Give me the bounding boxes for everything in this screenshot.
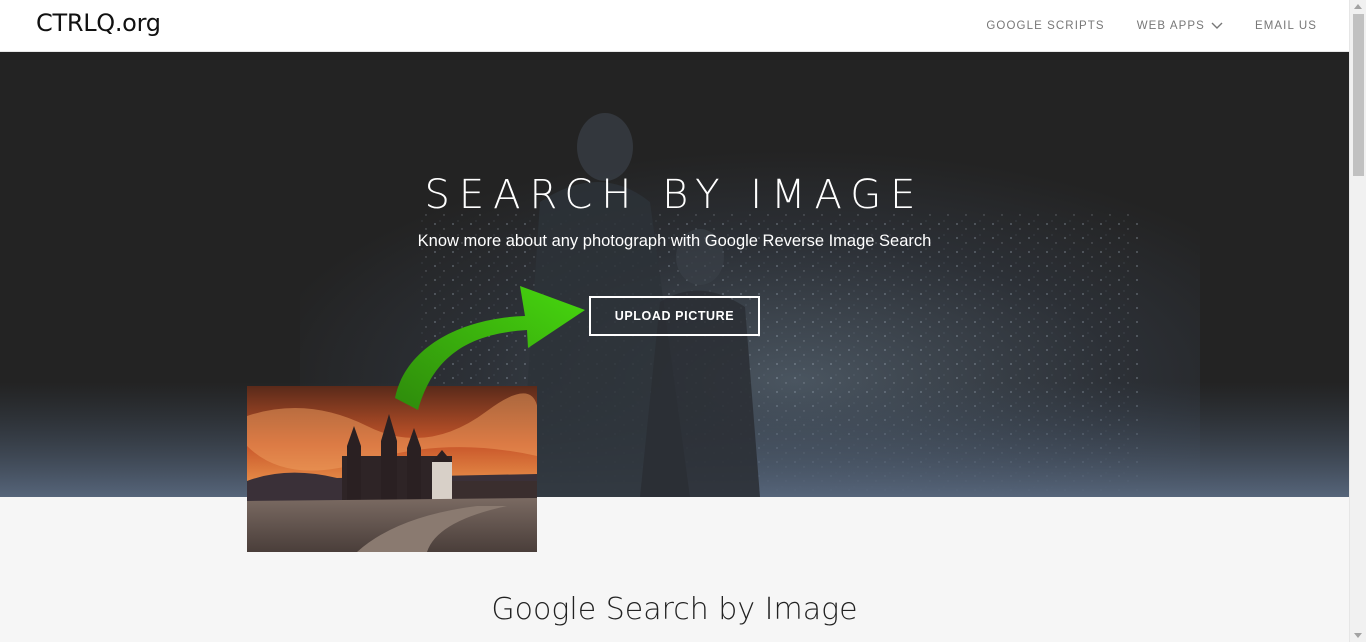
upload-picture-button[interactable]: UPLOAD PICTURE — [589, 296, 760, 336]
scroll-down-icon[interactable] — [1354, 633, 1362, 638]
nav-item-label: EMAIL US — [1254, 20, 1317, 32]
hero-section: SEARCH BY IMAGE Know more about any phot… — [0, 52, 1349, 497]
nav-item-label: WEB APPS — [1136, 20, 1205, 32]
nav-item-google-scripts[interactable]: GOOGLE SCRIPTS — [986, 20, 1104, 32]
chevron-down-icon — [1211, 22, 1223, 29]
navbar: CTRLQ.org GOOGLE SCRIPTS WEB APPS EMAIL … — [0, 0, 1349, 52]
nav-item-email-us[interactable]: EMAIL US — [1255, 20, 1317, 32]
page: CTRLQ.org GOOGLE SCRIPTS WEB APPS EMAIL … — [0, 0, 1366, 642]
section-title: Google Search by Image — [491, 592, 858, 627]
hero-background-image — [0, 52, 1349, 497]
main-nav: GOOGLE SCRIPTS WEB APPS EMAIL US — [954, 0, 1317, 52]
hero-title: SEARCH BY IMAGE — [424, 172, 925, 218]
page-scrollbar[interactable] — [1349, 0, 1366, 642]
nav-item-label: GOOGLE SCRIPTS — [986, 20, 1105, 32]
scroll-up-icon[interactable] — [1354, 4, 1362, 9]
scrollbar-thumb[interactable] — [1353, 14, 1364, 176]
nav-item-web-apps[interactable]: WEB APPS — [1137, 20, 1223, 32]
site-logo[interactable]: CTRLQ.org — [36, 9, 161, 37]
hero-subtitle: Know more about any photograph with Goog… — [417, 232, 932, 250]
green-arrow-icon — [395, 286, 585, 410]
